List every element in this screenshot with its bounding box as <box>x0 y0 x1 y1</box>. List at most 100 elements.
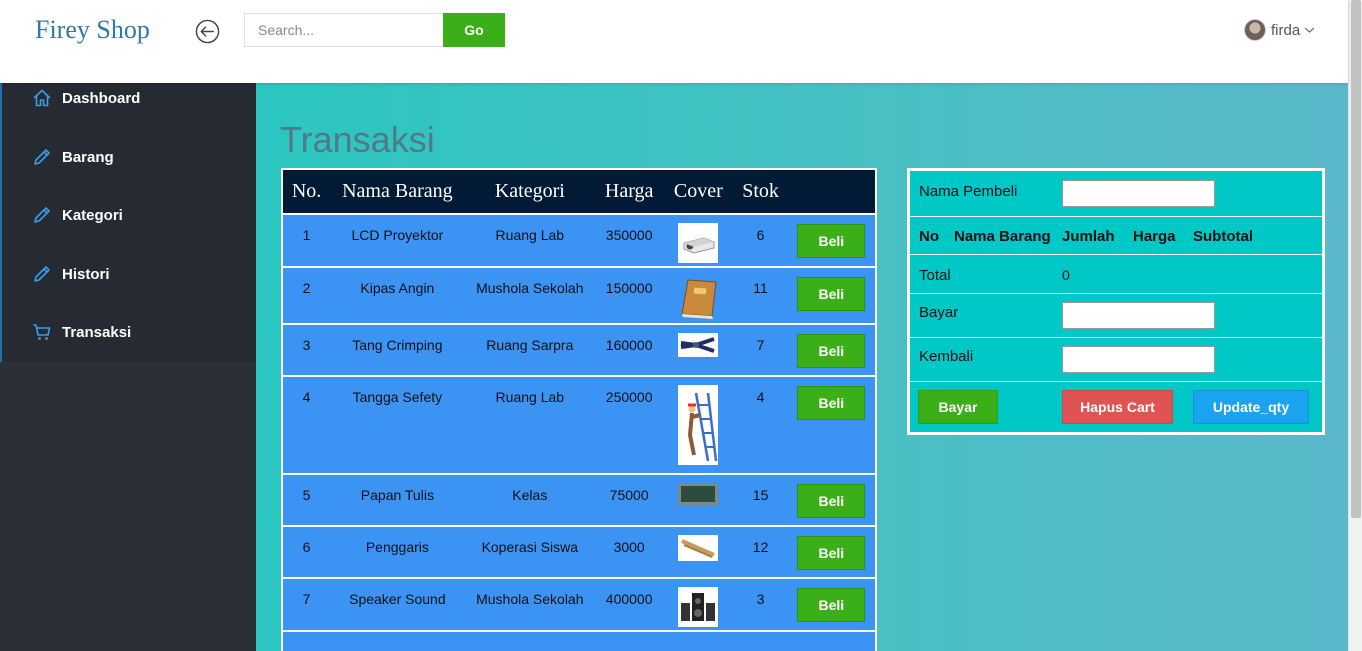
cell-harga: 150000 <box>595 267 664 325</box>
buy-button[interactable]: Beli <box>797 334 866 368</box>
buy-button[interactable]: Beli <box>797 277 866 311</box>
cell-cover <box>663 474 734 527</box>
table-row: 6 Penggaris Koperasi Siswa 3000 12 Beli <box>282 526 876 579</box>
cell-cover <box>663 267 734 325</box>
ruler-image <box>678 535 719 561</box>
scrollbar-thumb[interactable] <box>1351 0 1361 518</box>
buyer-name-input[interactable] <box>1062 180 1215 207</box>
sidebar-menu: Dashboard Barang Kategori Histori Transa… <box>0 83 256 362</box>
table-row-partial <box>282 631 876 651</box>
brand-logo[interactable]: Firey Shop <box>35 15 150 45</box>
cell-harga: 160000 <box>595 324 664 377</box>
change-label: Kembali <box>919 348 974 365</box>
cell-no: 1 <box>282 214 331 268</box>
cell-stok: 4 <box>733 376 788 475</box>
cell-kategori: Ruang Sarpra <box>464 324 596 377</box>
cell-nama: Penggaris <box>330 526 465 579</box>
cell-action: Beli <box>787 324 876 377</box>
clear-cart-button[interactable]: Hapus Cart <box>1062 390 1173 424</box>
page-scrollbar[interactable] <box>1348 0 1362 651</box>
cell-stok: 15 <box>733 474 788 527</box>
cell-stok: 3 <box>733 578 788 632</box>
top-navbar: Firey Shop Go firda <box>0 0 1348 83</box>
cell-nama: Speaker Sound <box>330 578 465 632</box>
cell-harga: 75000 <box>595 474 664 527</box>
sidebar-item-kategori[interactable]: Kategori <box>2 195 256 235</box>
cart-column-header: Jumlah <box>1062 228 1115 245</box>
cell-no: 7 <box>282 578 331 632</box>
back-arrow-icon[interactable] <box>195 19 220 44</box>
cell-nama: Papan Tulis <box>330 474 465 527</box>
cell-no: 3 <box>282 324 331 377</box>
buy-button[interactable]: Beli <box>797 536 866 570</box>
cart-buyer-row: Nama Pembeli <box>910 171 1322 217</box>
cell-stok: 7 <box>733 324 788 377</box>
pay-amount-input[interactable] <box>1062 302 1215 329</box>
cell-no: 5 <box>282 474 331 527</box>
user-name: firda <box>1271 21 1301 39</box>
cell-harga: 350000 <box>595 214 664 268</box>
pencil-icon <box>34 266 50 282</box>
book-image <box>681 279 717 319</box>
column-header: Stok <box>733 169 788 215</box>
pencil-icon <box>34 149 50 165</box>
change-amount-input[interactable] <box>1062 346 1215 373</box>
cell-cover <box>663 376 734 475</box>
cell-action: Beli <box>787 526 876 579</box>
column-header <box>787 169 876 215</box>
buy-button[interactable]: Beli <box>797 588 866 622</box>
cell-stok: 6 <box>733 214 788 268</box>
cell-no: 6 <box>282 526 331 579</box>
cart-panel: Nama Pembeli No Nama Barang Jumlah Harga… <box>907 168 1325 435</box>
buy-button[interactable]: Beli <box>797 224 866 258</box>
chevron-down-icon <box>1304 27 1315 33</box>
pencil-icon <box>34 207 50 223</box>
buy-button[interactable]: Beli <box>797 386 866 420</box>
blackboard-image <box>678 483 719 505</box>
table-row: 4 Tangga Sefety Ruang Lab 250000 4 Beli <box>282 376 876 475</box>
sidebar-item-label: Transaksi <box>62 323 132 341</box>
sidebar-item-label: Histori <box>62 265 110 283</box>
cell-kategori: Ruang Lab <box>464 214 596 268</box>
cell-no: 4 <box>282 376 331 475</box>
sidebar-item-histori[interactable]: Histori <box>2 254 256 294</box>
cart-header-row: No Nama Barang Jumlah Harga Subtotal <box>910 217 1322 255</box>
pay-label: Bayar <box>919 304 959 321</box>
cart-column-header: Harga <box>1133 228 1176 245</box>
update-qty-button[interactable]: Update_qty <box>1193 390 1309 424</box>
sidebar-item-barang[interactable]: Barang <box>2 137 256 177</box>
buy-button[interactable]: Beli <box>797 484 866 518</box>
table-row: 2 Kipas Angin Mushola Sekolah 150000 11 … <box>282 267 876 325</box>
main-content: Transaksi No. Nama Barang Kategori Harga… <box>256 83 1348 651</box>
page-title: Transaksi <box>280 119 435 160</box>
avatar <box>1244 19 1266 41</box>
search-go-button[interactable]: Go <box>443 13 505 47</box>
sidebar: Dashboard Barang Kategori Histori Transa… <box>0 83 256 651</box>
cell-action: Beli <box>787 578 876 632</box>
sidebar-item-transaksi[interactable]: Transaksi <box>2 312 256 352</box>
cell-stok: 12 <box>733 526 788 579</box>
cart-column-header: Nama Barang <box>954 228 1051 245</box>
buyer-name-label: Nama Pembeli <box>919 183 1018 200</box>
column-header: Cover <box>663 169 734 215</box>
search-input[interactable] <box>244 13 444 47</box>
speaker-image <box>678 587 719 627</box>
column-header: No. <box>282 169 331 215</box>
cell-harga: 3000 <box>595 526 664 579</box>
table-header-row: No. Nama Barang Kategori Harga Cover Sto… <box>282 169 876 215</box>
sidebar-item-dashboard[interactable]: Dashboard <box>2 78 256 118</box>
cell-kategori: Mushola Sekolah <box>464 578 596 632</box>
cell-harga: 250000 <box>595 376 664 475</box>
cart-icon <box>33 324 51 340</box>
cell-nama: Tangga Sefety <box>330 376 465 475</box>
sidebar-item-label: Kategori <box>62 206 123 224</box>
total-label: Total <box>919 267 951 284</box>
cell-action: Beli <box>787 214 876 268</box>
product-table: No. Nama Barang Kategori Harga Cover Sto… <box>281 168 877 651</box>
cell-action: Beli <box>787 474 876 527</box>
pay-button[interactable]: Bayar <box>918 390 998 424</box>
cart-total-row: Total 0 <box>910 255 1322 294</box>
cell-kategori: Mushola Sekolah <box>464 267 596 325</box>
user-menu[interactable]: firda <box>1244 19 1315 41</box>
sidebar-item-label: Dashboard <box>62 89 141 107</box>
